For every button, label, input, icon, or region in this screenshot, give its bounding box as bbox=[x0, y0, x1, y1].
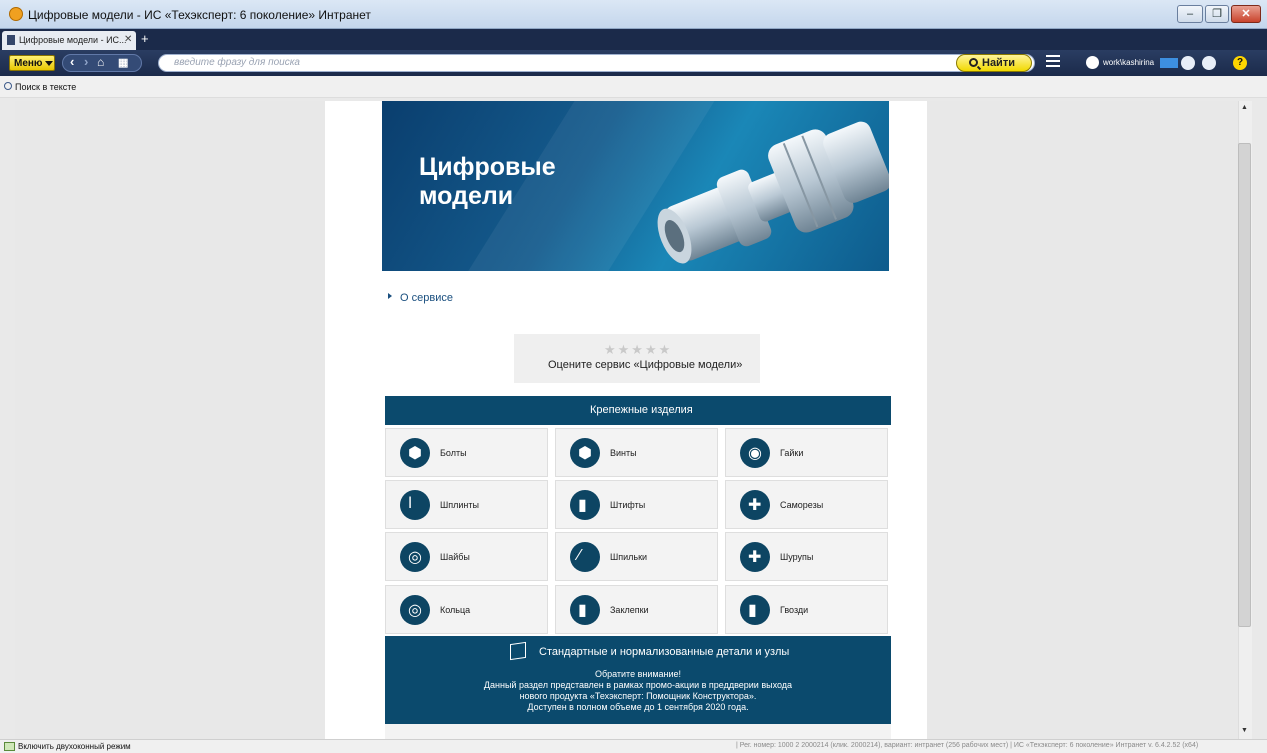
fastener-label: Шайбы bbox=[440, 552, 470, 562]
forward-arrow-icon[interactable]: › bbox=[84, 54, 88, 69]
fastener-label: Шплинты bbox=[440, 500, 479, 510]
username-label[interactable]: work\kashirina bbox=[1103, 58, 1154, 67]
window-title: Цифровые модели - ИС «Техэксперт: 6 поко… bbox=[28, 8, 371, 22]
magnifier-icon[interactable] bbox=[4, 82, 12, 90]
main-toolbar: Меню ‹ › ⌂ ▦ введите фразу для поиска На… bbox=[0, 50, 1267, 76]
nail-icon: ▮ bbox=[740, 595, 770, 625]
menu-label: Меню bbox=[14, 58, 43, 69]
wood-screw-icon: ✚ bbox=[740, 542, 770, 572]
promo-note: Обратите внимание! Данный раздел предста… bbox=[483, 669, 793, 712]
fastener-label: Заклепки bbox=[610, 605, 649, 615]
navigation-group: ‹ › ⌂ ▦ bbox=[62, 54, 142, 72]
fastener-item[interactable]: ◉ Гайки bbox=[725, 428, 888, 477]
self-tapping-screw-icon: ✚ bbox=[740, 490, 770, 520]
license-info: | Рег. номер: 1000 2 2000214 (клик. 2000… bbox=[736, 742, 1199, 749]
washer-icon: ◎ bbox=[400, 542, 430, 572]
ring-icon: ◎ bbox=[400, 595, 430, 625]
find-button-label: Найти bbox=[982, 57, 1015, 69]
user-icon[interactable] bbox=[1086, 56, 1099, 69]
fastener-label: Винты bbox=[610, 448, 637, 458]
fastener-item[interactable]: ◎ Шайбы bbox=[385, 532, 548, 581]
find-in-text-bar: Поиск в тексте bbox=[0, 76, 1267, 98]
fastener-item[interactable]: ⬢ Винты bbox=[555, 428, 718, 477]
fastener-item[interactable]: ⁄ Шпильки bbox=[555, 532, 718, 581]
tab-bar: Цифровые модели - ИС... ✕ + bbox=[0, 29, 1267, 50]
fastener-label: Гвозди bbox=[780, 605, 809, 615]
tab-label: Цифровые модели - ИС... bbox=[19, 35, 127, 45]
menu-button[interactable]: Меню bbox=[9, 55, 55, 71]
maximize-button[interactable]: ❐ bbox=[1205, 5, 1229, 23]
folder-icon[interactable] bbox=[1160, 58, 1178, 68]
partial-row bbox=[385, 724, 891, 739]
scroll-down-icon[interactable]: ▼ bbox=[1241, 727, 1248, 734]
fastener-item[interactable]: ◎ Кольца bbox=[385, 585, 548, 634]
grid-icon[interactable]: ▦ bbox=[118, 56, 128, 69]
standard-parts-title[interactable]: Стандартные и нормализованные детали и у… bbox=[539, 646, 789, 658]
document-icon bbox=[7, 35, 15, 45]
fastener-item[interactable]: ⬢ Болты bbox=[385, 428, 548, 477]
minimize-button[interactable]: – bbox=[1177, 5, 1203, 23]
search-input[interactable]: введите фразу для поиска bbox=[158, 54, 1035, 72]
fastener-label: Шпильки bbox=[610, 552, 648, 562]
category-title: Крепежные изделия bbox=[590, 404, 693, 416]
fastener-item[interactable]: ✚ Саморезы bbox=[725, 480, 888, 529]
scrollbar-thumb[interactable] bbox=[1238, 143, 1251, 627]
help-icon[interactable]: ? bbox=[1233, 56, 1247, 70]
home-icon[interactable]: ⌂ bbox=[97, 55, 104, 69]
rating-label: Оцените сервис «Цифровые модели» bbox=[548, 359, 743, 371]
find-button[interactable]: Найти bbox=[956, 54, 1032, 72]
history-icon[interactable] bbox=[1202, 56, 1216, 70]
fastener-item[interactable]: ▮ Штифты bbox=[555, 480, 718, 529]
fastener-item[interactable]: ▮ Гвозди bbox=[725, 585, 888, 634]
find-in-text-link[interactable]: Поиск в тексте bbox=[15, 82, 76, 92]
cotter-pin-icon: ǀ bbox=[400, 490, 430, 520]
banner-title: Цифровые модели bbox=[419, 153, 556, 210]
status-bar: Включить двухоконный режим | Рег. номер:… bbox=[0, 739, 1267, 753]
hamburger-menu-icon[interactable] bbox=[1046, 55, 1060, 67]
tab-digital-models[interactable]: Цифровые модели - ИС... ✕ bbox=[2, 31, 136, 50]
fastener-label: Штифты bbox=[610, 500, 646, 510]
app-icon bbox=[9, 7, 23, 21]
fastener-label: Кольца bbox=[440, 605, 471, 615]
fastener-item[interactable]: ▮ Заклепки bbox=[555, 585, 718, 634]
close-button[interactable]: ✕ bbox=[1231, 5, 1261, 23]
fastener-label: Саморезы bbox=[780, 500, 824, 510]
nut-icon: ◉ bbox=[740, 438, 770, 468]
triangle-right-icon bbox=[388, 293, 392, 299]
fastener-label: Болты bbox=[440, 448, 467, 458]
dual-window-toggle[interactable]: Включить двухоконный режим bbox=[18, 742, 131, 751]
dual-window-icon[interactable] bbox=[4, 742, 15, 751]
cube-icon bbox=[510, 641, 526, 661]
fastener-item[interactable]: ǀ Шплинты bbox=[385, 480, 548, 529]
tab-close-icon[interactable]: ✕ bbox=[124, 34, 132, 45]
scroll-up-icon[interactable]: ▲ bbox=[1241, 104, 1248, 111]
pipe-coupling-image bbox=[657, 121, 889, 264]
bolt-icon: ⬢ bbox=[400, 438, 430, 468]
settings-icon[interactable] bbox=[1181, 56, 1195, 70]
pin-icon: ▮ bbox=[570, 490, 600, 520]
about-service-link[interactable]: О сервисе bbox=[400, 292, 453, 304]
screw-icon: ⬢ bbox=[570, 438, 600, 468]
star-rating[interactable]: ★★★★★ bbox=[604, 342, 672, 358]
stud-icon: ⁄ bbox=[570, 542, 600, 572]
fastener-item[interactable]: ✚ Шурупы bbox=[725, 532, 888, 581]
rivet-icon: ▮ bbox=[570, 595, 600, 625]
fastener-label: Шурупы bbox=[780, 552, 814, 562]
window-titlebar: Цифровые модели - ИС «Техэксперт: 6 поко… bbox=[0, 0, 1267, 29]
caret-down-icon bbox=[45, 61, 53, 66]
search-icon bbox=[969, 58, 978, 67]
new-tab-button[interactable]: + bbox=[141, 31, 149, 46]
back-arrow-icon[interactable]: ‹ bbox=[70, 54, 74, 69]
fastener-label: Гайки bbox=[780, 448, 804, 458]
